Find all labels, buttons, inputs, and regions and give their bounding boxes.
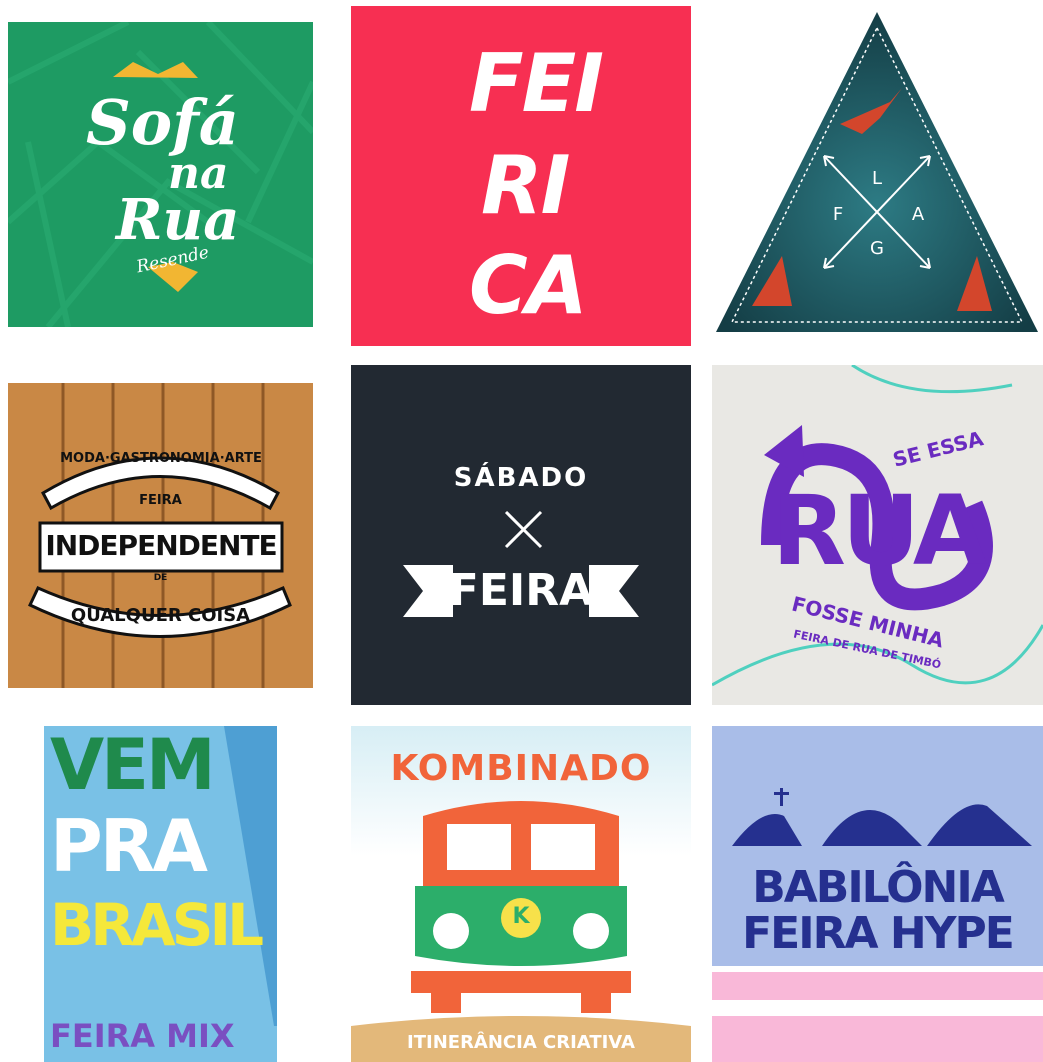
- independente-main: INDEPENDENTE: [45, 529, 277, 562]
- flag-letter-right: A: [912, 204, 925, 225]
- fork-knife-icon: [504, 510, 543, 549]
- vem-line-3: BRASIL: [50, 891, 264, 959]
- kombinado-footer: ITINERÂNCIA CRIATIVA: [407, 1032, 635, 1053]
- ferica-line-2: RI: [481, 139, 570, 232]
- flag-letter-bottom: G: [870, 238, 884, 259]
- flag-triangle-artwork: L F A G: [716, 12, 1038, 332]
- flag-letter-left: F: [833, 204, 843, 225]
- logo-vem-pra-brasil[interactable]: VEM PRA BRASIL FEIRA MIX: [44, 726, 277, 1062]
- kombinado-badge-letter: K: [512, 904, 530, 929]
- logo-feira-independente[interactable]: MODA·GASTRONOMIA·ARTE FEIRA INDEPENDENTE…: [8, 383, 313, 688]
- sabado-banner-text: FEIRA: [448, 565, 594, 616]
- independente-arc-top: MODA·GASTRONOMIA·ARTE: [60, 451, 262, 466]
- logo-kombinado[interactable]: KOMBINADO K ITINERÂNCIA CRIATIVA: [351, 726, 691, 1062]
- ferica-line-1: FEI: [469, 37, 604, 130]
- vem-line-1: VEM: [50, 726, 216, 806]
- babilonia-line-2: FEIRA HYPE: [742, 908, 1015, 959]
- sofa-title-3: Rua: [116, 187, 240, 253]
- rua-main-text: RUA: [772, 475, 987, 587]
- independente-arc-bottom: QUALQUER COISA: [70, 605, 251, 626]
- logo-babilonia-feira-hype[interactable]: BABILÔNIA FEIRA HYPE: [712, 726, 1043, 1062]
- ferica-line-3: CA: [469, 239, 588, 332]
- vem-line-4: FEIRA MIX: [50, 1017, 235, 1055]
- logo-flag-triangle[interactable]: L F A G: [712, 6, 1043, 338]
- independente-feira: FEIRA: [139, 493, 182, 508]
- logo-se-essa-rua[interactable]: SE ESSA RUA FOSSE MINHA FEIRA DE RUA DE …: [712, 365, 1043, 705]
- sabado-artwork: [403, 510, 639, 617]
- logo-ferica[interactable]: FEI RI CA: [351, 6, 691, 346]
- vem-line-2: PRA: [50, 804, 208, 888]
- logo-sofa-na-rua[interactable]: Sofá na Rua Resende: [8, 22, 313, 327]
- sofa-title-1: Sofá: [86, 86, 239, 159]
- kombinado-title: KOMBINADO: [390, 748, 652, 789]
- flag-letter-top: L: [872, 168, 882, 189]
- sofa-na-rua-artwork: [8, 22, 313, 327]
- independente-de: DE: [153, 573, 168, 583]
- sabado-title: SÁBADO: [453, 463, 589, 493]
- logo-sabado-feira[interactable]: SÁBADO FEIRA: [351, 365, 691, 705]
- babilonia-line-1: BABILÔNIA: [752, 862, 1005, 913]
